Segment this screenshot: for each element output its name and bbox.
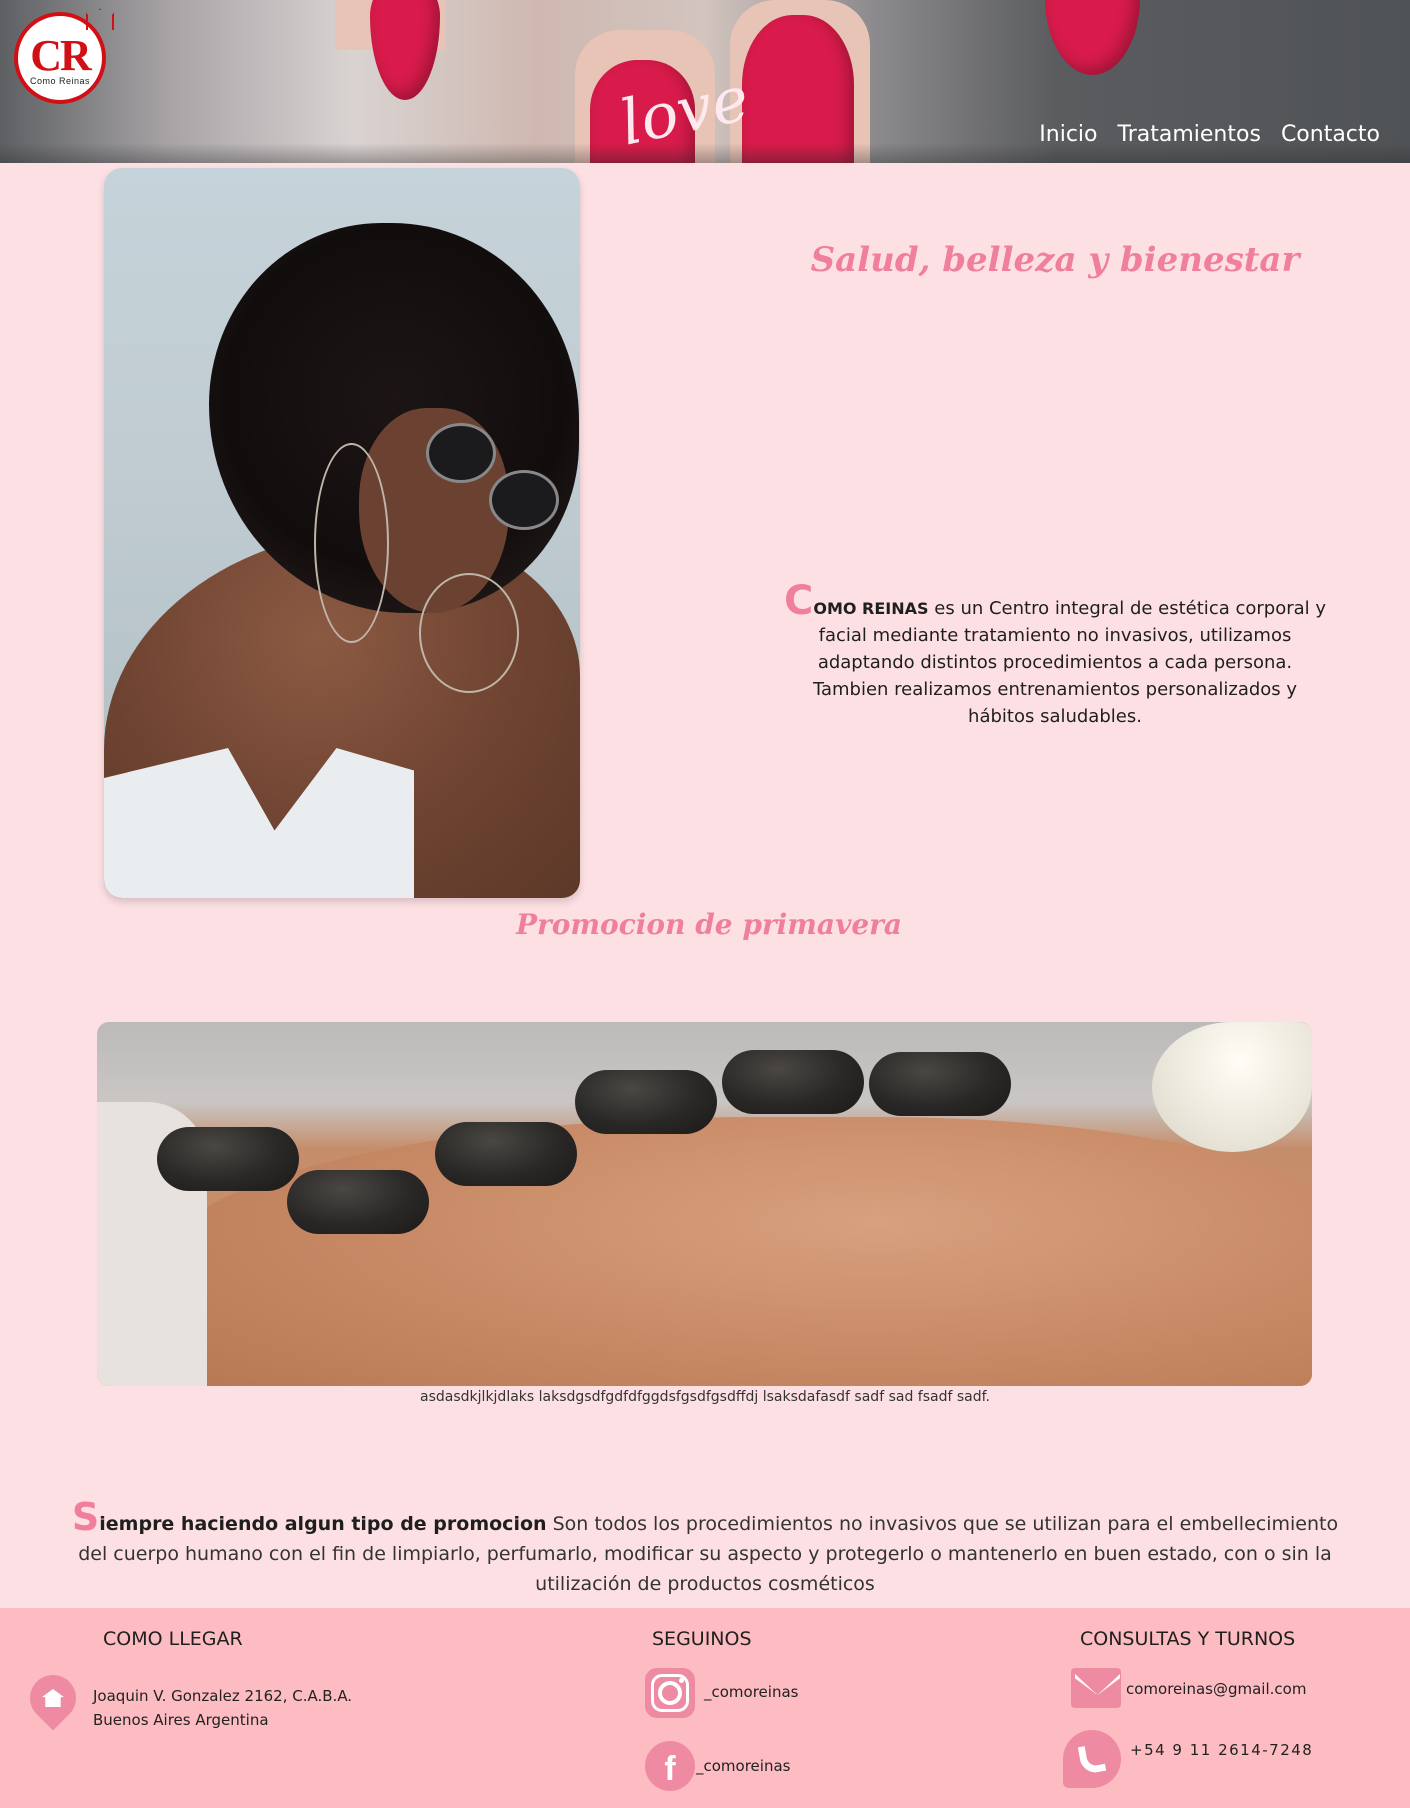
sunglasses-left: [426, 423, 496, 483]
hot-stone: [722, 1050, 864, 1114]
promo-title: Promocion de primavera: [515, 908, 903, 941]
hot-stone: [869, 1052, 1011, 1116]
hot-stone: [287, 1170, 429, 1234]
footer-contact-heading: CONSULTAS Y TURNOS: [1080, 1628, 1296, 1650]
promo-photo-back: [157, 1117, 1312, 1386]
facebook-icon[interactable]: f: [645, 1741, 695, 1791]
logo-name: Como Reinas: [29, 76, 91, 86]
logo-initials: CR: [30, 31, 92, 80]
crown-icon: [86, 8, 114, 30]
banner-nail: [370, 0, 440, 100]
banner-nail: [1045, 0, 1140, 75]
phone-link[interactable]: +54 9 11 2614-7248: [1130, 1738, 1313, 1762]
earring-left: [314, 443, 389, 643]
footer-location-heading: COMO LLEGAR: [103, 1628, 243, 1650]
footer-address: Joaquin V. Gonzalez 2162, C.A.B.A. Bueno…: [93, 1684, 352, 1732]
whatsapp-icon[interactable]: [1063, 1730, 1121, 1788]
about-drop-cap: S: [71, 1495, 100, 1539]
hero-title: Salud, belleza y bienestar: [810, 240, 1300, 280]
site-header: love CR Como Reinas Inicio Tratamientos …: [0, 0, 1410, 163]
logo[interactable]: CR Como Reinas: [14, 8, 114, 104]
banner-nail: [742, 15, 854, 163]
instagram-lens: [658, 1681, 682, 1705]
hot-stone: [157, 1127, 299, 1191]
facebook-link[interactable]: _comoreinas: [696, 1754, 790, 1778]
address-line-1: Joaquin V. Gonzalez 2162, C.A.B.A.: [93, 1687, 353, 1705]
email-link[interactable]: comoreinas@gmail.com: [1126, 1677, 1306, 1701]
phone-handset-icon: [1077, 1743, 1107, 1775]
hero-brand: OMO REINAS: [813, 599, 929, 618]
nav-tratamientos[interactable]: Tratamientos: [1118, 122, 1261, 147]
hot-stone: [435, 1122, 577, 1186]
footer-social-heading: SEGUINOS: [652, 1628, 752, 1650]
promo-photo: [97, 1022, 1312, 1386]
hero-drop-cap: C: [783, 578, 814, 624]
hero-photo: [104, 168, 580, 898]
hero-description: COMO REINAS es un Centro integral de est…: [780, 581, 1330, 730]
promo-photo-flower: [1152, 1022, 1312, 1152]
nav-contacto[interactable]: Contacto: [1281, 122, 1380, 147]
instagram-link[interactable]: _comoreinas: [704, 1680, 798, 1704]
main-nav: Inicio Tratamientos Contacto: [1039, 122, 1380, 147]
about-paragraph: Siempre haciendo algun tipo de promocion…: [70, 1498, 1340, 1599]
sunglasses-right: [489, 470, 559, 530]
earring-right: [419, 573, 519, 693]
hot-stone: [575, 1070, 717, 1134]
address-line-2: Buenos Aires Argentina: [93, 1711, 269, 1729]
email-icon[interactable]: [1071, 1668, 1121, 1708]
nav-inicio[interactable]: Inicio: [1039, 122, 1097, 147]
promo-caption: asdasdkjlkjdlaks laksdgsdfgdfdfggdsfgsdf…: [420, 1389, 990, 1405]
about-lead: iempre haciendo algun tipo de promocion: [99, 1513, 547, 1535]
instagram-icon[interactable]: [645, 1668, 695, 1718]
instagram-dot: [679, 1678, 684, 1683]
